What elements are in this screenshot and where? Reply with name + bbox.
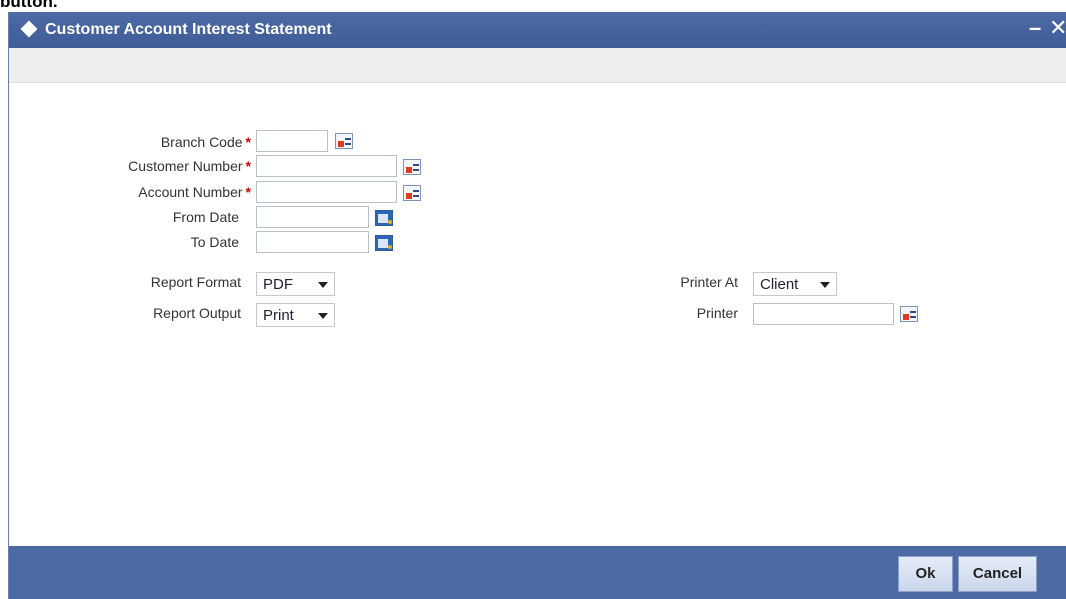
partial-page-text: button. xyxy=(0,0,58,11)
cancel-button[interactable]: Cancel xyxy=(958,556,1037,592)
from-date-calendar-icon[interactable] xyxy=(375,210,393,226)
report-format-label: Report Format xyxy=(150,274,241,290)
window-title: Customer Account Interest Statement xyxy=(45,21,332,38)
report-format-select[interactable]: PDF xyxy=(256,272,335,296)
printer-at-label: Printer At xyxy=(680,274,738,290)
to-date-input[interactable] xyxy=(256,231,369,253)
customer-number-label: Customer Number * xyxy=(128,158,251,174)
account-number-lov-icon[interactable] xyxy=(403,185,421,201)
to-date-calendar-icon[interactable] xyxy=(375,235,393,251)
branch-code-lov-icon[interactable] xyxy=(335,133,353,149)
footer-bar: Ok Cancel xyxy=(9,546,1066,599)
window-diamond-icon xyxy=(20,20,38,38)
account-number-label: Account Number * xyxy=(138,184,251,200)
chevron-down-icon xyxy=(318,282,328,288)
report-output-label: Report Output xyxy=(153,305,241,321)
to-date-label: To Date xyxy=(190,234,239,250)
chevron-down-icon xyxy=(318,313,328,319)
minimize-button[interactable]: – xyxy=(1029,15,1041,41)
printer-lov-icon[interactable] xyxy=(900,306,918,322)
close-button[interactable]: ✕ xyxy=(1049,15,1066,41)
required-marker: * xyxy=(245,158,251,174)
required-marker: * xyxy=(245,184,251,200)
customer-number-input[interactable] xyxy=(256,155,397,177)
required-marker: * xyxy=(245,134,251,150)
title-bar: Customer Account Interest Statement – ✕ xyxy=(9,12,1066,48)
branch-code-label: Branch Code * xyxy=(160,134,251,150)
printer-label: Printer xyxy=(696,305,738,321)
printer-input[interactable] xyxy=(753,303,894,325)
chevron-down-icon xyxy=(820,282,830,288)
account-number-input[interactable] xyxy=(256,181,397,203)
printer-at-select[interactable]: Client xyxy=(753,272,837,296)
dialog-window: Customer Account Interest Statement – ✕ … xyxy=(8,12,1066,599)
toolbar-strip xyxy=(9,48,1066,83)
branch-code-input[interactable] xyxy=(256,130,328,152)
from-date-label: From Date xyxy=(172,209,239,225)
ok-button[interactable]: Ok xyxy=(898,556,953,592)
from-date-input[interactable] xyxy=(256,206,369,228)
report-output-select[interactable]: Print xyxy=(256,303,335,327)
customer-number-lov-icon[interactable] xyxy=(403,159,421,175)
